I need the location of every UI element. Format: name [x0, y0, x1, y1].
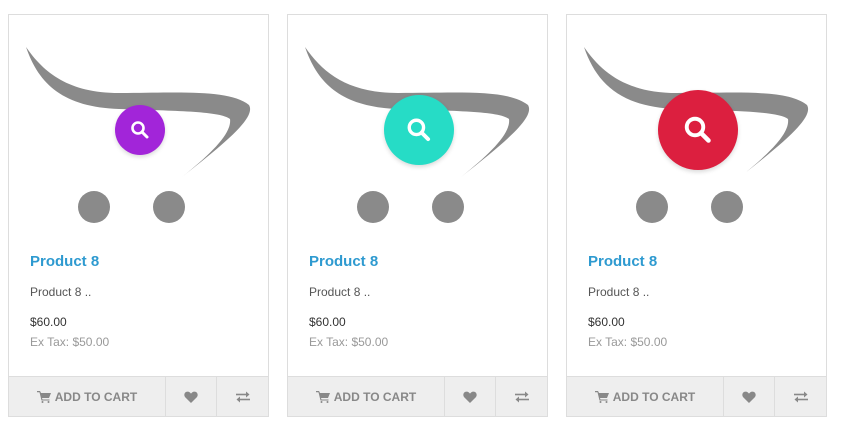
heart-icon [463, 391, 477, 403]
product-grid: Product 8 Product 8 .. $60.00 Ex Tax: $5… [0, 0, 843, 435]
product-button-group: ADD TO CART [288, 376, 547, 416]
product-name-link[interactable]: Product 8 [588, 252, 816, 272]
product-price: $60.00 [588, 315, 625, 329]
heart-icon [742, 391, 756, 403]
add-to-cart-label: ADD TO CART [333, 389, 417, 404]
product-tax: Ex Tax: $50.00 [588, 335, 668, 349]
shopping-cart-icon [594, 390, 609, 403]
product-card: Product 8 Product 8 .. $60.00 Ex Tax: $5… [8, 14, 269, 417]
product-image[interactable] [288, 15, 547, 240]
product-price: $60.00 [30, 315, 67, 329]
wishlist-button[interactable] [166, 377, 217, 416]
search-icon [131, 121, 149, 139]
search-icon [407, 118, 431, 142]
product-card: Product 8 Product 8 .. $60.00 Ex Tax: $5… [566, 14, 827, 417]
compare-button[interactable] [217, 377, 268, 416]
product-button-group: ADD TO CART [567, 376, 826, 416]
product-caption: Product 8 Product 8 .. $60.00 Ex Tax: $5… [30, 252, 258, 350]
compare-button[interactable] [496, 377, 547, 416]
search-icon [684, 116, 711, 143]
product-description: Product 8 .. [588, 285, 650, 299]
product-button-group: ADD TO CART [9, 376, 268, 416]
add-to-cart-label: ADD TO CART [612, 389, 696, 404]
add-to-cart-button[interactable]: ADD TO CART [288, 377, 445, 416]
product-description: Product 8 .. [309, 285, 371, 299]
product-tax: Ex Tax: $50.00 [309, 335, 389, 349]
add-to-cart-label: ADD TO CART [54, 389, 138, 404]
heart-icon [184, 391, 198, 403]
add-to-cart-button[interactable]: ADD TO CART [567, 377, 724, 416]
add-to-cart-button[interactable]: ADD TO CART [9, 377, 166, 416]
product-image[interactable] [567, 15, 826, 240]
exchange-icon [514, 391, 529, 402]
exchange-icon [235, 391, 250, 402]
wishlist-button[interactable] [724, 377, 775, 416]
shopping-cart-icon [36, 390, 51, 403]
product-name-link[interactable]: Product 8 [309, 252, 537, 272]
wishlist-button[interactable] [445, 377, 496, 416]
zoom-button[interactable] [115, 105, 165, 155]
exchange-icon [793, 391, 808, 402]
product-name-link[interactable]: Product 8 [30, 252, 258, 272]
compare-button[interactable] [775, 377, 826, 416]
zoom-button[interactable] [658, 90, 738, 170]
shopping-cart-icon [315, 390, 330, 403]
product-image[interactable] [9, 15, 268, 240]
product-price: $60.00 [309, 315, 346, 329]
product-description: Product 8 .. [30, 285, 92, 299]
product-caption: Product 8 Product 8 .. $60.00 Ex Tax: $5… [309, 252, 537, 350]
zoom-button[interactable] [384, 95, 454, 165]
product-caption: Product 8 Product 8 .. $60.00 Ex Tax: $5… [588, 252, 816, 350]
product-card: Product 8 Product 8 .. $60.00 Ex Tax: $5… [287, 14, 548, 417]
product-tax: Ex Tax: $50.00 [30, 335, 110, 349]
